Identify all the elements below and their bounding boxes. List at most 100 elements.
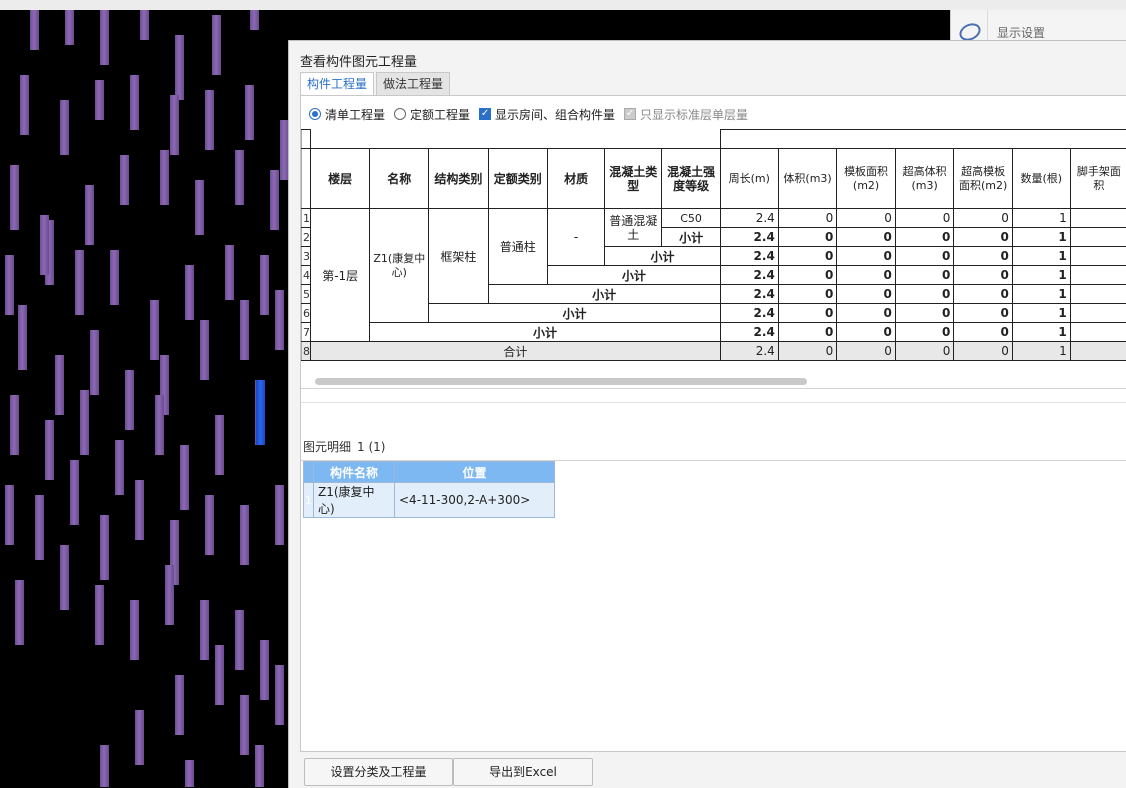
column-element[interactable] (270, 170, 279, 230)
table-cell[interactable]: 0 (894, 208, 955, 228)
col-header-count[interactable]: 数量(根) (1011, 148, 1071, 209)
column-element[interactable] (215, 645, 224, 705)
table-cell[interactable]: 1 (1011, 208, 1071, 228)
column-element[interactable] (260, 640, 269, 700)
detail-row[interactable]: 1 Z1(康复中心) <4-11-300,2-A+300> (303, 482, 555, 518)
quantity-grid[interactable]: 楼层 名称 结构类别 定额类别 材质 混凝土类型 混凝土强度等级 周长(m) 体… (301, 129, 1126, 382)
table-cell[interactable]: 0 (953, 208, 1013, 228)
table-cell[interactable]: 1 (1011, 322, 1071, 342)
table-cell[interactable]: 0 (777, 227, 838, 247)
column-element[interactable] (175, 675, 184, 735)
table-cell[interactable]: 0 (953, 341, 1013, 361)
column-element[interactable] (10, 165, 19, 230)
column-element[interactable] (235, 610, 244, 670)
column-element[interactable] (255, 745, 264, 787)
col-header-high-formwork[interactable]: 超高模板面积(m2) (953, 148, 1013, 209)
column-element[interactable] (155, 395, 164, 455)
column-element[interactable] (18, 305, 27, 370)
column-element[interactable] (60, 100, 69, 155)
table-cell[interactable]: 1 (1011, 303, 1071, 323)
column-element[interactable] (55, 355, 64, 415)
column-element[interactable] (130, 600, 139, 660)
column-element[interactable] (275, 485, 284, 545)
column-element[interactable] (120, 155, 129, 205)
horizontal-scrollbar[interactable] (315, 378, 807, 385)
qingdan-radio[interactable]: 清单工程量 (309, 106, 385, 123)
column-element[interactable] (250, 10, 259, 30)
name-cell[interactable]: Z1(康复中心) (369, 208, 430, 323)
column-element[interactable] (15, 580, 24, 645)
column-element[interactable] (45, 420, 54, 480)
column-element[interactable] (115, 440, 124, 495)
detail-header-name[interactable]: 构件名称 (313, 461, 395, 483)
column-element[interactable] (85, 185, 94, 245)
col-header-strength[interactable]: 混凝土强度等级 (661, 148, 721, 209)
column-element[interactable] (275, 665, 284, 725)
column-element[interactable] (125, 370, 134, 430)
table-cell[interactable]: 2.4 (719, 246, 779, 266)
column-element[interactable] (95, 80, 104, 120)
column-element[interactable] (135, 480, 144, 540)
material-cell[interactable]: - (546, 208, 606, 266)
export-excel-button[interactable]: 导出到Excel (453, 758, 593, 786)
column-element[interactable] (205, 90, 214, 150)
table-cell[interactable]: 2.4 (719, 284, 779, 304)
column-element[interactable] (60, 545, 69, 610)
quota-cell[interactable]: 普通柱 (487, 208, 548, 285)
classify-settings-button[interactable]: 设置分类及工程量 (304, 758, 453, 786)
col-header-concrete-type[interactable]: 混凝土类型 (604, 148, 663, 209)
column-element[interactable] (130, 75, 139, 130)
table-cell[interactable]: 0 (777, 322, 838, 342)
table-cell[interactable]: 0 (836, 246, 896, 266)
column-element[interactable] (180, 445, 189, 510)
floor-cell[interactable]: 第-1层 (309, 208, 371, 342)
table-cell[interactable]: 1 (1011, 341, 1071, 361)
3d-viewport[interactable] (0, 0, 288, 787)
detail-position-cell[interactable]: <4-11-300,2-A+300> (394, 482, 555, 518)
strength-cell[interactable]: C50 (661, 208, 721, 228)
column-element[interactable] (5, 255, 14, 315)
table-cell[interactable]: 0 (953, 284, 1013, 304)
column-element[interactable] (20, 75, 29, 135)
table-cell[interactable]: 0 (894, 246, 955, 266)
tab-method-quantity[interactable]: 做法工程量 (376, 72, 451, 96)
col-header-perimeter[interactable]: 周长(m) (719, 148, 779, 209)
table-cell[interactable]: 2.4 (719, 208, 779, 228)
column-element[interactable] (212, 15, 221, 75)
selected-column-element[interactable] (256, 380, 265, 445)
table-cell[interactable]: 0 (836, 341, 896, 361)
column-element[interactable] (185, 760, 194, 787)
column-element[interactable] (165, 565, 174, 625)
table-cell[interactable]: 0 (894, 322, 955, 342)
column-element[interactable] (185, 265, 194, 320)
column-element[interactable] (110, 250, 119, 305)
table-cell[interactable]: 0 (836, 208, 896, 228)
column-element[interactable] (170, 95, 179, 155)
table-cell[interactable]: 2.4 (719, 322, 779, 342)
col-header-quota[interactable]: 定额类别 (487, 148, 548, 209)
column-element[interactable] (200, 600, 209, 660)
column-element[interactable] (40, 215, 49, 275)
column-element[interactable] (135, 710, 144, 765)
table-cell[interactable]: 0 (894, 284, 955, 304)
column-element[interactable] (30, 10, 39, 50)
table-cell[interactable]: 0 (777, 265, 838, 285)
col-header-struct[interactable]: 结构类别 (428, 148, 489, 209)
concrete-type-cell[interactable]: 普通混凝土 (604, 208, 663, 247)
table-cell[interactable]: 0 (953, 227, 1013, 247)
detail-header-position[interactable]: 位置 (394, 461, 555, 483)
dinge-radio[interactable]: 定额工程量 (394, 106, 470, 123)
column-element[interactable] (275, 290, 284, 350)
column-element[interactable] (195, 180, 204, 235)
column-element[interactable] (10, 395, 19, 455)
column-element[interactable] (240, 505, 249, 565)
tab-component-quantity[interactable]: 构件工程量 (300, 72, 375, 96)
table-cell[interactable]: 0 (777, 284, 838, 304)
table-cell[interactable]: 0 (836, 265, 896, 285)
table-cell[interactable]: 1 (1011, 284, 1071, 304)
table-cell[interactable]: 0 (836, 303, 896, 323)
col-header-formwork[interactable]: 模板面积(m2) (836, 148, 896, 209)
table-cell[interactable]: 0 (953, 265, 1013, 285)
column-element[interactable] (240, 695, 249, 755)
column-element[interactable] (100, 10, 109, 65)
